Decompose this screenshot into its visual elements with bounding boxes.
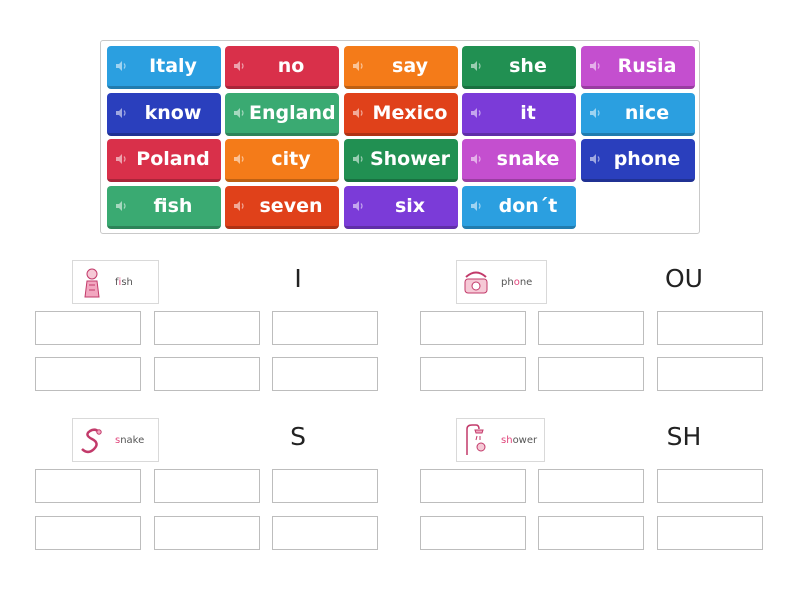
word-tile-label: city (271, 148, 311, 170)
group-heading-sh: SH (666, 422, 702, 451)
tile-bank: Italy no say she Rusia know England Mexico it nic… (100, 40, 700, 234)
phone-picture-card: ph o ne (456, 260, 547, 304)
drop-slot[interactable] (657, 469, 763, 503)
speaker-icon[interactable] (352, 200, 364, 212)
speaker-icon[interactable] (589, 60, 601, 72)
word-tile-label: Mexico (372, 102, 448, 124)
drop-slot[interactable] (35, 357, 141, 391)
drop-slot[interactable] (35, 311, 141, 345)
word-tile-label: Italy (149, 55, 197, 77)
word-tile[interactable]: Mexico (344, 93, 458, 136)
drop-slot[interactable] (420, 311, 526, 345)
word-tile[interactable]: say (344, 46, 458, 89)
word-tile[interactable]: England (225, 93, 339, 136)
word-tile[interactable]: nice (581, 93, 695, 136)
speaker-icon[interactable] (115, 200, 127, 212)
word-tile[interactable]: know (107, 93, 221, 136)
group-heading-ou: OU (665, 264, 703, 293)
snake-card-word: s nake (115, 434, 145, 446)
word-tile-label: she (509, 55, 547, 77)
word-tile[interactable]: it (462, 93, 576, 136)
snake-picture-card: s nake (72, 418, 159, 462)
phone-card-word: ph o ne (501, 276, 533, 288)
drop-slot[interactable] (272, 357, 378, 391)
shower-picture-card: sh ower (456, 418, 545, 462)
speaker-icon[interactable] (233, 60, 245, 72)
word-tile-label: seven (259, 195, 323, 217)
speaker-icon[interactable] (470, 200, 482, 212)
word-tile-label: it (520, 102, 536, 124)
word-tile-label: know (144, 102, 202, 124)
word-tile-label: Poland (136, 148, 210, 170)
word-tile-label: say (392, 55, 428, 77)
speaker-icon[interactable] (470, 60, 482, 72)
word-tile[interactable]: Shower (344, 139, 458, 182)
speaker-icon[interactable] (115, 60, 127, 72)
phone-card-icon (464, 271, 488, 294)
drop-slot[interactable] (538, 469, 644, 503)
word-tile-label: fish (153, 195, 193, 217)
word-tile[interactable]: snake (462, 139, 576, 182)
drop-slot[interactable] (154, 311, 260, 345)
word-tile-label: phone (613, 148, 681, 170)
drop-slot[interactable] (272, 469, 378, 503)
snake-card-icon (81, 428, 102, 454)
speaker-icon[interactable] (115, 107, 127, 119)
word-tile[interactable]: she (462, 46, 576, 89)
speaker-icon[interactable] (470, 153, 482, 165)
speaker-icon[interactable] (352, 60, 364, 72)
shower-card-icon (466, 424, 486, 455)
shower-card-word: sh ower (501, 434, 538, 446)
drop-slot[interactable] (35, 516, 141, 550)
drop-slot[interactable] (420, 469, 526, 503)
word-tile[interactable]: Poland (107, 139, 221, 182)
drop-slot[interactable] (154, 469, 260, 503)
speaker-icon[interactable] (589, 107, 601, 119)
word-tile-label: Shower (369, 148, 451, 170)
speaker-icon[interactable] (589, 153, 601, 165)
fish-card-icon (84, 268, 100, 298)
speaker-icon[interactable] (233, 153, 245, 165)
drop-slot[interactable] (538, 311, 644, 345)
drop-slot[interactable] (657, 516, 763, 550)
fish-picture-card: f i sh (72, 260, 159, 304)
speaker-icon[interactable] (352, 107, 364, 119)
word-tile-label: no (277, 55, 305, 77)
fish-card-word: f i sh (115, 276, 133, 288)
speaker-icon[interactable] (352, 153, 364, 165)
word-tile[interactable]: Rusia (581, 46, 695, 89)
speaker-icon[interactable] (115, 153, 127, 165)
drop-slot[interactable] (420, 516, 526, 550)
word-tile[interactable]: fish (107, 186, 221, 229)
drop-slot[interactable] (272, 516, 378, 550)
group-heading-s: S (290, 422, 306, 451)
word-tile[interactable]: don´t (462, 186, 576, 229)
word-tile-label: don´t (498, 195, 558, 217)
group-heading-i: I (294, 264, 302, 293)
drop-slot[interactable] (538, 516, 644, 550)
drop-slot[interactable] (538, 357, 644, 391)
word-tile[interactable]: city (225, 139, 339, 182)
word-tile-label: nice (624, 102, 670, 124)
word-tile[interactable]: phone (581, 139, 695, 182)
speaker-icon[interactable] (233, 107, 245, 119)
speaker-icon[interactable] (233, 200, 245, 212)
drop-slot[interactable] (154, 516, 260, 550)
drop-slot[interactable] (420, 357, 526, 391)
word-tile-label: Rusia (617, 55, 677, 77)
word-tile-label: England (249, 102, 336, 124)
drop-slot[interactable] (272, 311, 378, 345)
drop-slot[interactable] (657, 357, 763, 391)
word-tile[interactable]: seven (225, 186, 339, 229)
drop-slot[interactable] (35, 469, 141, 503)
drop-slot[interactable] (154, 357, 260, 391)
word-tile[interactable]: no (225, 46, 339, 89)
word-tile-label: six (394, 195, 426, 217)
word-tile[interactable]: six (344, 186, 458, 229)
word-tile-label: snake (496, 148, 560, 170)
speaker-icon[interactable] (470, 107, 482, 119)
word-tile[interactable]: Italy (107, 46, 221, 89)
drop-slot[interactable] (657, 311, 763, 345)
